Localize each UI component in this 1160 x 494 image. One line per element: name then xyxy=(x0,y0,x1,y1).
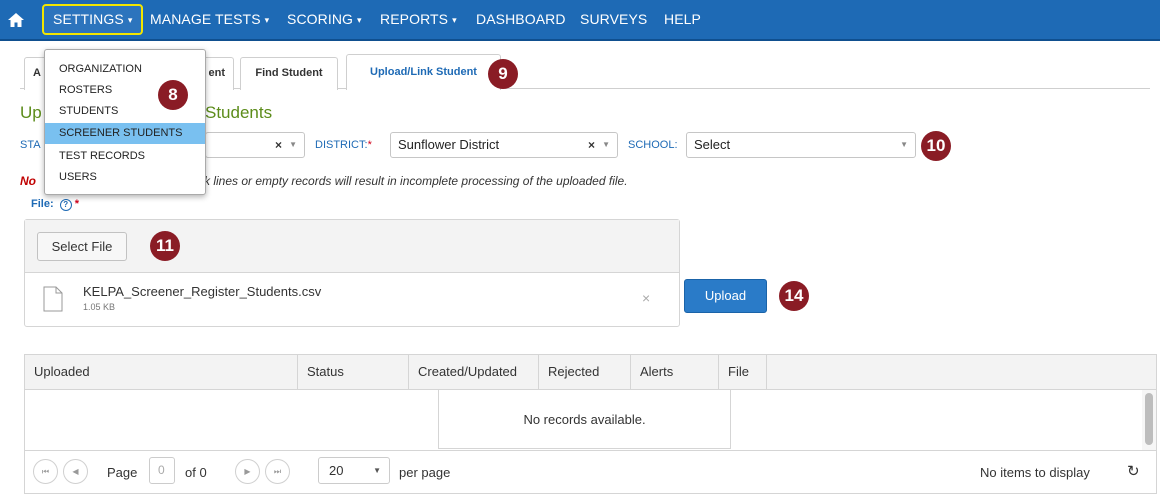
tab-upload-link-student[interactable]: Upload/Link Student xyxy=(346,54,501,90)
page-title-left: Up xyxy=(20,103,42,122)
grid-pager: ⏮ ◀ Page 0 of 0 ▶ ⏭ 20 ▼ per page No ite… xyxy=(25,450,1156,493)
per-page-label: per page xyxy=(399,465,451,480)
nav-help-link[interactable]: HELP xyxy=(664,0,701,39)
callout-badge-14: 14 xyxy=(779,281,809,311)
nav-settings-label: SETTINGS xyxy=(53,11,124,27)
last-page-icon[interactable]: ⏭ xyxy=(265,459,290,484)
column-header-rejected[interactable]: Rejected xyxy=(539,355,631,389)
school-label: SCHOOL: xyxy=(628,139,678,151)
dropdown-arrow-icon: ▼ xyxy=(289,140,297,149)
uploaded-file-name: KELPA_Screener_Register_Students.csv xyxy=(83,284,322,299)
grid-scrollbar[interactable] xyxy=(1142,390,1156,450)
upload-panel-header: Select File xyxy=(25,220,679,273)
help-icon[interactable]: ? xyxy=(59,199,72,211)
clear-icon[interactable]: × xyxy=(275,133,282,157)
first-page-icon[interactable]: ⏮ xyxy=(33,459,58,484)
column-header-file[interactable]: File xyxy=(719,355,767,389)
menu-item-users[interactable]: USERS xyxy=(45,167,205,188)
nav-surveys-link[interactable]: SURVEYS xyxy=(580,0,647,39)
next-page-icon[interactable]: ▶ xyxy=(235,459,260,484)
column-header-status[interactable]: Status xyxy=(298,355,409,389)
page-size-select[interactable]: 20 ▼ xyxy=(318,457,390,484)
column-header-alerts[interactable]: Alerts xyxy=(631,355,719,389)
district-label-text: DISTRICT: xyxy=(315,139,368,151)
clear-icon[interactable]: × xyxy=(588,133,595,157)
refresh-icon[interactable]: ↻ xyxy=(1127,462,1140,480)
state-select[interactable]: × ▼ xyxy=(205,132,305,158)
page-label: Page xyxy=(107,465,138,480)
empty-message: No records available. xyxy=(438,390,731,449)
upload-note: No k lines or empty records will result … xyxy=(20,174,628,188)
district-select[interactable]: Sunflower District × ▼ xyxy=(390,132,618,158)
pager-status: No items to display xyxy=(980,465,1090,480)
chevron-down-icon: ▾ xyxy=(357,15,362,25)
callout-badge-9: 9 xyxy=(488,59,518,89)
menu-item-test-records[interactable]: TEST RECORDS xyxy=(45,146,205,167)
settings-dropdown-menu: ORGANIZATION ROSTERS STUDENTS SCREENER S… xyxy=(44,49,206,195)
note-text: k lines or empty records will result in … xyxy=(204,174,628,188)
nav-manage-tests-label: MANAGE TESTS xyxy=(150,11,261,27)
remove-file-icon[interactable]: × xyxy=(642,290,650,306)
uploaded-file-size: 1.05 KB xyxy=(83,302,116,312)
upload-button[interactable]: Upload xyxy=(684,279,767,313)
callout-badge-8: 8 xyxy=(158,80,188,110)
column-header-uploaded[interactable]: Uploaded xyxy=(25,355,298,389)
nav-settings-menu[interactable]: SETTINGS ▾ xyxy=(42,4,144,35)
scrollbar-thumb[interactable] xyxy=(1145,393,1153,445)
file-upload-panel: Select File KELPA_Screener_Register_Stud… xyxy=(24,219,680,327)
dropdown-arrow-icon: ▼ xyxy=(602,140,610,149)
uploads-grid: Uploaded Status Created/Updated Rejected… xyxy=(24,354,1157,494)
dropdown-arrow-icon: ▼ xyxy=(373,466,381,475)
select-file-button[interactable]: Select File xyxy=(37,232,127,261)
nav-scoring-menu[interactable]: SCORING ▾ xyxy=(287,0,362,39)
chevron-down-icon: ▾ xyxy=(452,15,457,25)
menu-item-organization[interactable]: ORGANIZATION xyxy=(45,59,205,80)
tab-partial-label: ent xyxy=(208,67,226,79)
state-label: STA xyxy=(20,139,41,151)
note-prefix: No xyxy=(20,174,36,188)
top-navigation-bar: SETTINGS ▾ MANAGE TESTS ▾ SCORING ▾ REPORTS… xyxy=(0,0,1160,41)
dropdown-arrow-icon: ▼ xyxy=(900,140,908,149)
file-label-text: File: xyxy=(31,198,54,210)
school-select-value: Select xyxy=(694,137,731,152)
chevron-down-icon: ▾ xyxy=(127,15,133,25)
file-label: File: ? * xyxy=(31,198,79,211)
tab-find-student[interactable]: Find Student xyxy=(240,57,338,90)
required-mark: * xyxy=(367,139,372,151)
nav-reports-label: REPORTS xyxy=(380,11,449,27)
page-number-input[interactable]: 0 xyxy=(149,457,175,484)
page-title: Up Students xyxy=(20,103,272,123)
nav-reports-menu[interactable]: REPORTS ▾ xyxy=(380,0,457,39)
page-size-value: 20 xyxy=(329,463,344,478)
chevron-down-icon: ▾ xyxy=(264,15,270,25)
callout-badge-10: 10 xyxy=(921,131,951,161)
menu-item-screener-students[interactable]: SCREENER STUDENTS xyxy=(45,123,205,144)
previous-page-icon[interactable]: ◀ xyxy=(63,459,88,484)
nav-dashboard-link[interactable]: DASHBOARD xyxy=(476,0,566,39)
file-icon xyxy=(43,286,63,312)
required-mark: * xyxy=(74,198,80,210)
nav-scoring-label: SCORING xyxy=(287,11,354,27)
district-label: DISTRICT:* xyxy=(315,139,372,151)
column-header-created-updated[interactable]: Created/Updated xyxy=(409,355,539,389)
nav-manage-tests-menu[interactable]: MANAGE TESTS ▾ xyxy=(150,0,269,39)
district-select-value: Sunflower District xyxy=(398,137,500,152)
grid-body: No records available. xyxy=(25,390,1156,450)
home-icon[interactable] xyxy=(6,11,26,29)
school-select[interactable]: Select ▼ xyxy=(686,132,916,158)
page-title-right: Students xyxy=(205,103,273,122)
callout-badge-11: 11 xyxy=(150,231,180,261)
tab-upload-link-student-label: Upload/Link Student xyxy=(370,66,477,78)
page-count-label: of 0 xyxy=(185,465,207,480)
grid-header: Uploaded Status Created/Updated Rejected… xyxy=(25,355,1156,390)
